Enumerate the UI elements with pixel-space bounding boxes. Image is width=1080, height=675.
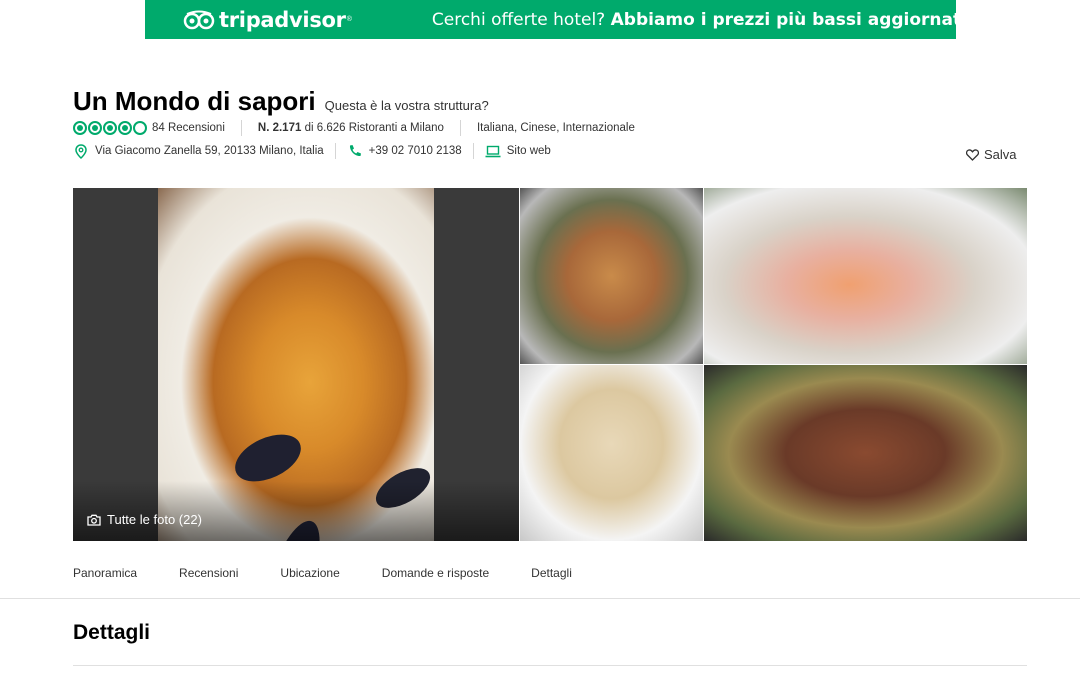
photo-grilled-fish[interactable] bbox=[704, 365, 1027, 541]
map-pin-icon bbox=[73, 143, 89, 159]
tabs-divider bbox=[0, 598, 1080, 599]
promo-banner[interactable]: tripadvisor ® Cerchi offerte hotel? Abbia… bbox=[145, 0, 967, 39]
laptop-icon bbox=[485, 143, 501, 159]
save-label: Salva bbox=[984, 147, 1017, 162]
heart-icon bbox=[966, 148, 979, 161]
phone-icon bbox=[347, 143, 363, 159]
save-button[interactable]: Salva bbox=[966, 147, 1017, 162]
photo-grilled-seafood[interactable] bbox=[520, 188, 703, 364]
tripadvisor-logo: tripadvisor ® bbox=[183, 8, 352, 32]
page-title: Un Mondo di sapori bbox=[73, 86, 316, 116]
all-photos-label: Tutte le foto (22) bbox=[107, 512, 202, 527]
rating-row: 84 Recensioni N. 2.171 di 6.626 Ristoran… bbox=[73, 120, 635, 136]
photo-gallery: Tutte le foto (22) bbox=[73, 188, 1027, 541]
ranking[interactable]: N. 2.171 di 6.626 Ristoranti a Milano bbox=[258, 122, 444, 134]
brand-name: tripadvisor bbox=[219, 7, 346, 32]
section-title: Dettagli bbox=[73, 621, 151, 644]
title-row: Un Mondo di sapori Questa è la vostra st… bbox=[73, 86, 489, 117]
tab-ubicazione[interactable]: Ubicazione bbox=[280, 566, 339, 580]
divider bbox=[459, 120, 461, 136]
contact-row: Via Giacomo Zanella 59, 20133 Milano, It… bbox=[73, 143, 551, 159]
tab-dettagli[interactable]: Dettagli bbox=[531, 566, 572, 580]
rating-bubble bbox=[73, 121, 87, 135]
divider bbox=[334, 143, 336, 159]
cuisines-link[interactable]: Italiana, Cinese, Internazionale bbox=[477, 122, 635, 134]
section-divider bbox=[73, 665, 1027, 666]
rating-bubble bbox=[118, 121, 132, 135]
divider bbox=[240, 120, 242, 136]
claim-business-link[interactable]: Questa è la vostra struttura? bbox=[325, 98, 489, 113]
rank-number: N. 2.171 bbox=[257, 122, 302, 134]
tab-domande[interactable]: Domande e risposte bbox=[382, 566, 489, 580]
camera-icon bbox=[87, 514, 101, 526]
divider bbox=[472, 143, 474, 159]
phone-link[interactable]: +39 02 7010 2138 bbox=[369, 145, 462, 157]
rating-bubble bbox=[133, 121, 147, 135]
address-link[interactable]: Via Giacomo Zanella 59, 20133 Milano, It… bbox=[95, 145, 324, 157]
promo-bold: Abbiamo i prezzi più bassi aggiornati bbox=[610, 9, 967, 30]
photo-oysters[interactable] bbox=[704, 188, 1027, 364]
promo-prefix: Cerchi offerte hotel? bbox=[431, 9, 606, 30]
website-link[interactable]: Sito web bbox=[507, 145, 551, 157]
rating-bubble bbox=[103, 121, 117, 135]
photo-bread[interactable] bbox=[520, 365, 703, 541]
promo-text[interactable]: Cerchi offerte hotel? Abbiamo i prezzi p… bbox=[432, 10, 967, 30]
owl-icon bbox=[183, 10, 215, 29]
all-photos-button[interactable]: Tutte le foto (22) bbox=[87, 512, 202, 527]
rank-text: di 6.626 Ristoranti a Milano bbox=[304, 122, 444, 134]
tab-recensioni[interactable]: Recensioni bbox=[179, 566, 238, 580]
rating-bubbles[interactable] bbox=[73, 121, 148, 135]
rating-bubble bbox=[88, 121, 102, 135]
main-photo[interactable]: Tutte le foto (22) bbox=[73, 188, 519, 541]
review-count-link[interactable]: 84 Recensioni bbox=[152, 122, 225, 134]
tab-panoramica[interactable]: Panoramica bbox=[73, 566, 137, 580]
photo-overlay bbox=[73, 481, 519, 541]
section-tabs: Panoramica Recensioni Ubicazione Domande… bbox=[73, 566, 614, 580]
